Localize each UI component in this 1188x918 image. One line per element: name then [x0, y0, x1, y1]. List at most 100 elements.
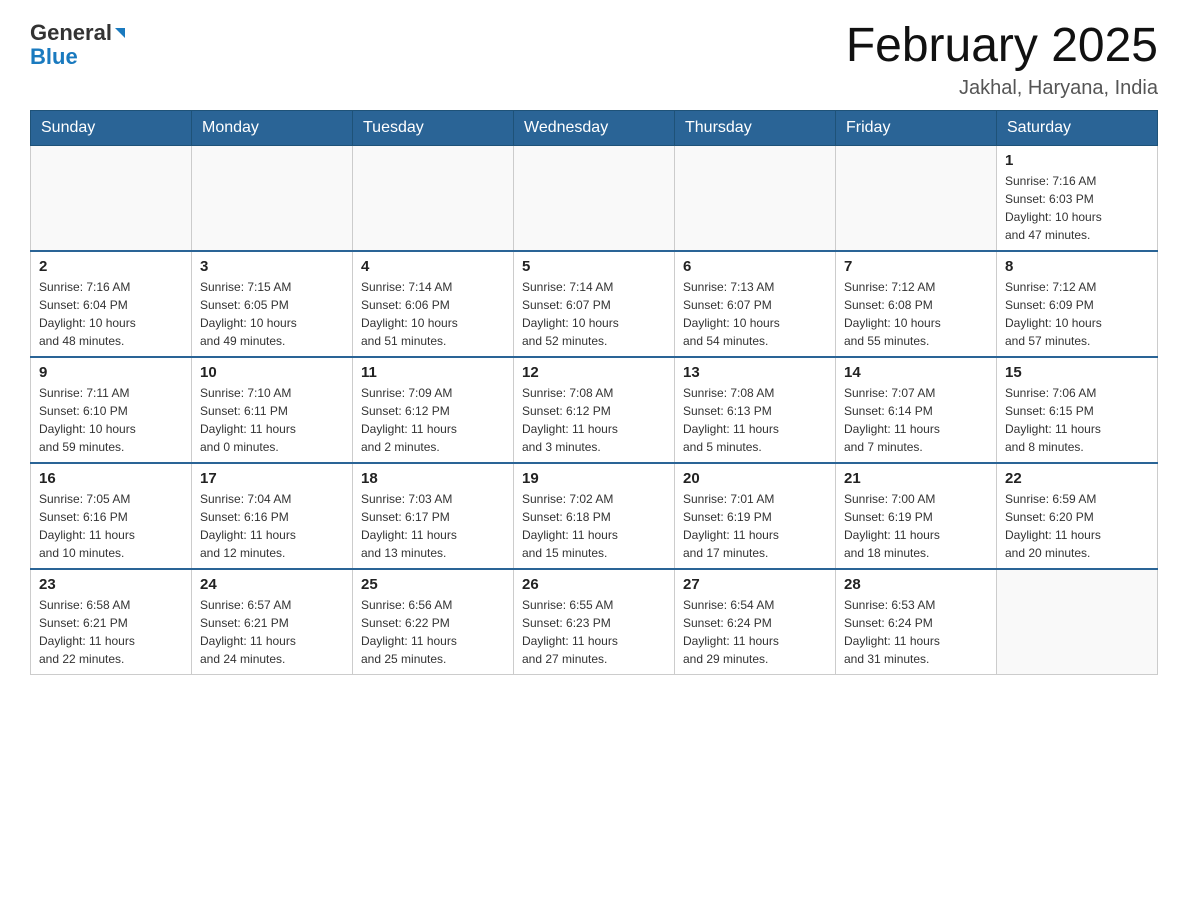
calendar-cell: 24 Sunrise: 6:57 AM Sunset: 6:21 PM Dayli…	[192, 569, 353, 675]
day-number: 6	[683, 258, 827, 275]
logo-general-text: General	[30, 20, 112, 46]
calendar-cell: 20 Sunrise: 7:01 AM Sunset: 6:19 PM Dayli…	[675, 463, 836, 569]
day-info: Sunrise: 7:05 AM Sunset: 6:16 PM Dayligh…	[39, 490, 183, 562]
page-header: General Blue February 2025 Jakhal, Harya…	[30, 20, 1158, 100]
day-number: 2	[39, 258, 183, 275]
day-number: 1	[1005, 152, 1149, 169]
day-info: Sunrise: 7:15 AM Sunset: 6:05 PM Dayligh…	[200, 278, 344, 350]
month-title: February 2025	[846, 20, 1158, 73]
day-info: Sunrise: 6:58 AM Sunset: 6:21 PM Dayligh…	[39, 596, 183, 668]
calendar-cell: 15 Sunrise: 7:06 AM Sunset: 6:15 PM Dayli…	[997, 357, 1158, 463]
calendar-cell: 27 Sunrise: 6:54 AM Sunset: 6:24 PM Dayli…	[675, 569, 836, 675]
calendar-cell	[675, 145, 836, 251]
logo: General Blue	[30, 20, 127, 70]
day-number: 8	[1005, 258, 1149, 275]
calendar-cell: 4Sunrise: 7:14 AM Sunset: 6:06 PM Daylig…	[353, 251, 514, 357]
calendar-week-row: 16 Sunrise: 7:05 AM Sunset: 6:16 PM Dayli…	[31, 463, 1158, 569]
calendar-week-row: 23 Sunrise: 6:58 AM Sunset: 6:21 PM Dayli…	[31, 569, 1158, 675]
calendar-cell: 11 Sunrise: 7:09 AM Sunset: 6:12 PM Dayli…	[353, 357, 514, 463]
day-info: Sunrise: 7:11 AM Sunset: 6:10 PM Dayligh…	[39, 384, 183, 456]
day-number: 16	[39, 470, 183, 487]
day-number: 26	[522, 576, 666, 593]
calendar-cell: 25 Sunrise: 6:56 AM Sunset: 6:22 PM Dayli…	[353, 569, 514, 675]
calendar-cell: 13 Sunrise: 7:08 AM Sunset: 6:13 PM Dayli…	[675, 357, 836, 463]
calendar-cell: 9Sunrise: 7:11 AM Sunset: 6:10 PM Daylig…	[31, 357, 192, 463]
weekday-header-wednesday: Wednesday	[514, 110, 675, 145]
calendar-cell: 18 Sunrise: 7:03 AM Sunset: 6:17 PM Dayli…	[353, 463, 514, 569]
day-info: Sunrise: 6:54 AM Sunset: 6:24 PM Dayligh…	[683, 596, 827, 668]
calendar-cell	[514, 145, 675, 251]
day-number: 3	[200, 258, 344, 275]
day-info: Sunrise: 7:16 AM Sunset: 6:04 PM Dayligh…	[39, 278, 183, 350]
calendar-cell	[836, 145, 997, 251]
calendar-cell: 8 Sunrise: 7:12 AM Sunset: 6:09 PM Daylig…	[997, 251, 1158, 357]
day-number: 14	[844, 364, 988, 381]
weekday-header-friday: Friday	[836, 110, 997, 145]
calendar-cell: 5 Sunrise: 7:14 AM Sunset: 6:07 PM Daylig…	[514, 251, 675, 357]
calendar-cell: 26Sunrise: 6:55 AM Sunset: 6:23 PM Dayli…	[514, 569, 675, 675]
calendar-cell: 6 Sunrise: 7:13 AM Sunset: 6:07 PM Daylig…	[675, 251, 836, 357]
day-number: 10	[200, 364, 344, 381]
day-number: 19	[522, 470, 666, 487]
day-number: 22	[1005, 470, 1149, 487]
day-info: Sunrise: 6:56 AM Sunset: 6:22 PM Dayligh…	[361, 596, 505, 668]
day-number: 17	[200, 470, 344, 487]
calendar-cell: 10 Sunrise: 7:10 AM Sunset: 6:11 PM Dayli…	[192, 357, 353, 463]
calendar-cell	[353, 145, 514, 251]
day-info: Sunrise: 6:53 AM Sunset: 6:24 PM Dayligh…	[844, 596, 988, 668]
calendar-cell	[31, 145, 192, 251]
day-info: Sunrise: 7:14 AM Sunset: 6:07 PM Dayligh…	[522, 278, 666, 350]
day-info: Sunrise: 7:03 AM Sunset: 6:17 PM Dayligh…	[361, 490, 505, 562]
day-number: 21	[844, 470, 988, 487]
day-number: 18	[361, 470, 505, 487]
day-info: Sunrise: 7:09 AM Sunset: 6:12 PM Dayligh…	[361, 384, 505, 456]
day-info: Sunrise: 6:57 AM Sunset: 6:21 PM Dayligh…	[200, 596, 344, 668]
calendar-cell	[192, 145, 353, 251]
calendar-cell: 23 Sunrise: 6:58 AM Sunset: 6:21 PM Dayli…	[31, 569, 192, 675]
day-number: 25	[361, 576, 505, 593]
day-number: 23	[39, 576, 183, 593]
calendar-week-row: 2 Sunrise: 7:16 AM Sunset: 6:04 PM Daylig…	[31, 251, 1158, 357]
logo-triangle-icon	[113, 20, 127, 46]
calendar-cell: 3 Sunrise: 7:15 AM Sunset: 6:05 PM Daylig…	[192, 251, 353, 357]
weekday-header-monday: Monday	[192, 110, 353, 145]
calendar-cell: 2 Sunrise: 7:16 AM Sunset: 6:04 PM Daylig…	[31, 251, 192, 357]
day-info: Sunrise: 7:01 AM Sunset: 6:19 PM Dayligh…	[683, 490, 827, 562]
calendar-week-row: 9Sunrise: 7:11 AM Sunset: 6:10 PM Daylig…	[31, 357, 1158, 463]
calendar-cell: 12 Sunrise: 7:08 AM Sunset: 6:12 PM Dayli…	[514, 357, 675, 463]
day-info: Sunrise: 7:06 AM Sunset: 6:15 PM Dayligh…	[1005, 384, 1149, 456]
calendar-cell: 7Sunrise: 7:12 AM Sunset: 6:08 PM Daylig…	[836, 251, 997, 357]
day-info: Sunrise: 7:16 AM Sunset: 6:03 PM Dayligh…	[1005, 172, 1149, 244]
day-number: 20	[683, 470, 827, 487]
day-info: Sunrise: 7:08 AM Sunset: 6:12 PM Dayligh…	[522, 384, 666, 456]
day-info: Sunrise: 7:08 AM Sunset: 6:13 PM Dayligh…	[683, 384, 827, 456]
weekday-header-tuesday: Tuesday	[353, 110, 514, 145]
day-info: Sunrise: 7:02 AM Sunset: 6:18 PM Dayligh…	[522, 490, 666, 562]
day-number: 24	[200, 576, 344, 593]
day-info: Sunrise: 7:13 AM Sunset: 6:07 PM Dayligh…	[683, 278, 827, 350]
calendar-cell: 21 Sunrise: 7:00 AM Sunset: 6:19 PM Dayli…	[836, 463, 997, 569]
day-number: 28	[844, 576, 988, 593]
title-block: February 2025 Jakhal, Haryana, India	[846, 20, 1158, 100]
day-number: 27	[683, 576, 827, 593]
weekday-header-thursday: Thursday	[675, 110, 836, 145]
calendar-cell: 14 Sunrise: 7:07 AM Sunset: 6:14 PM Dayli…	[836, 357, 997, 463]
calendar-header-row: SundayMondayTuesdayWednesdayThursdayFrid…	[31, 110, 1158, 145]
calendar-cell: 1 Sunrise: 7:16 AM Sunset: 6:03 PM Daylig…	[997, 145, 1158, 251]
day-number: 11	[361, 364, 505, 381]
day-number: 12	[522, 364, 666, 381]
calendar-cell	[997, 569, 1158, 675]
day-number: 13	[683, 364, 827, 381]
day-info: Sunrise: 7:07 AM Sunset: 6:14 PM Dayligh…	[844, 384, 988, 456]
day-info: Sunrise: 7:10 AM Sunset: 6:11 PM Dayligh…	[200, 384, 344, 456]
logo-blue-text: Blue	[30, 44, 78, 70]
day-info: Sunrise: 7:14 AM Sunset: 6:06 PM Dayligh…	[361, 278, 505, 350]
day-info: Sunrise: 7:12 AM Sunset: 6:09 PM Dayligh…	[1005, 278, 1149, 350]
calendar-cell: 22Sunrise: 6:59 AM Sunset: 6:20 PM Dayli…	[997, 463, 1158, 569]
day-info: Sunrise: 7:00 AM Sunset: 6:19 PM Dayligh…	[844, 490, 988, 562]
calendar-cell: 17Sunrise: 7:04 AM Sunset: 6:16 PM Dayli…	[192, 463, 353, 569]
calendar-cell: 16 Sunrise: 7:05 AM Sunset: 6:16 PM Dayli…	[31, 463, 192, 569]
day-number: 5	[522, 258, 666, 275]
calendar-table: SundayMondayTuesdayWednesdayThursdayFrid…	[30, 110, 1158, 675]
day-number: 15	[1005, 364, 1149, 381]
